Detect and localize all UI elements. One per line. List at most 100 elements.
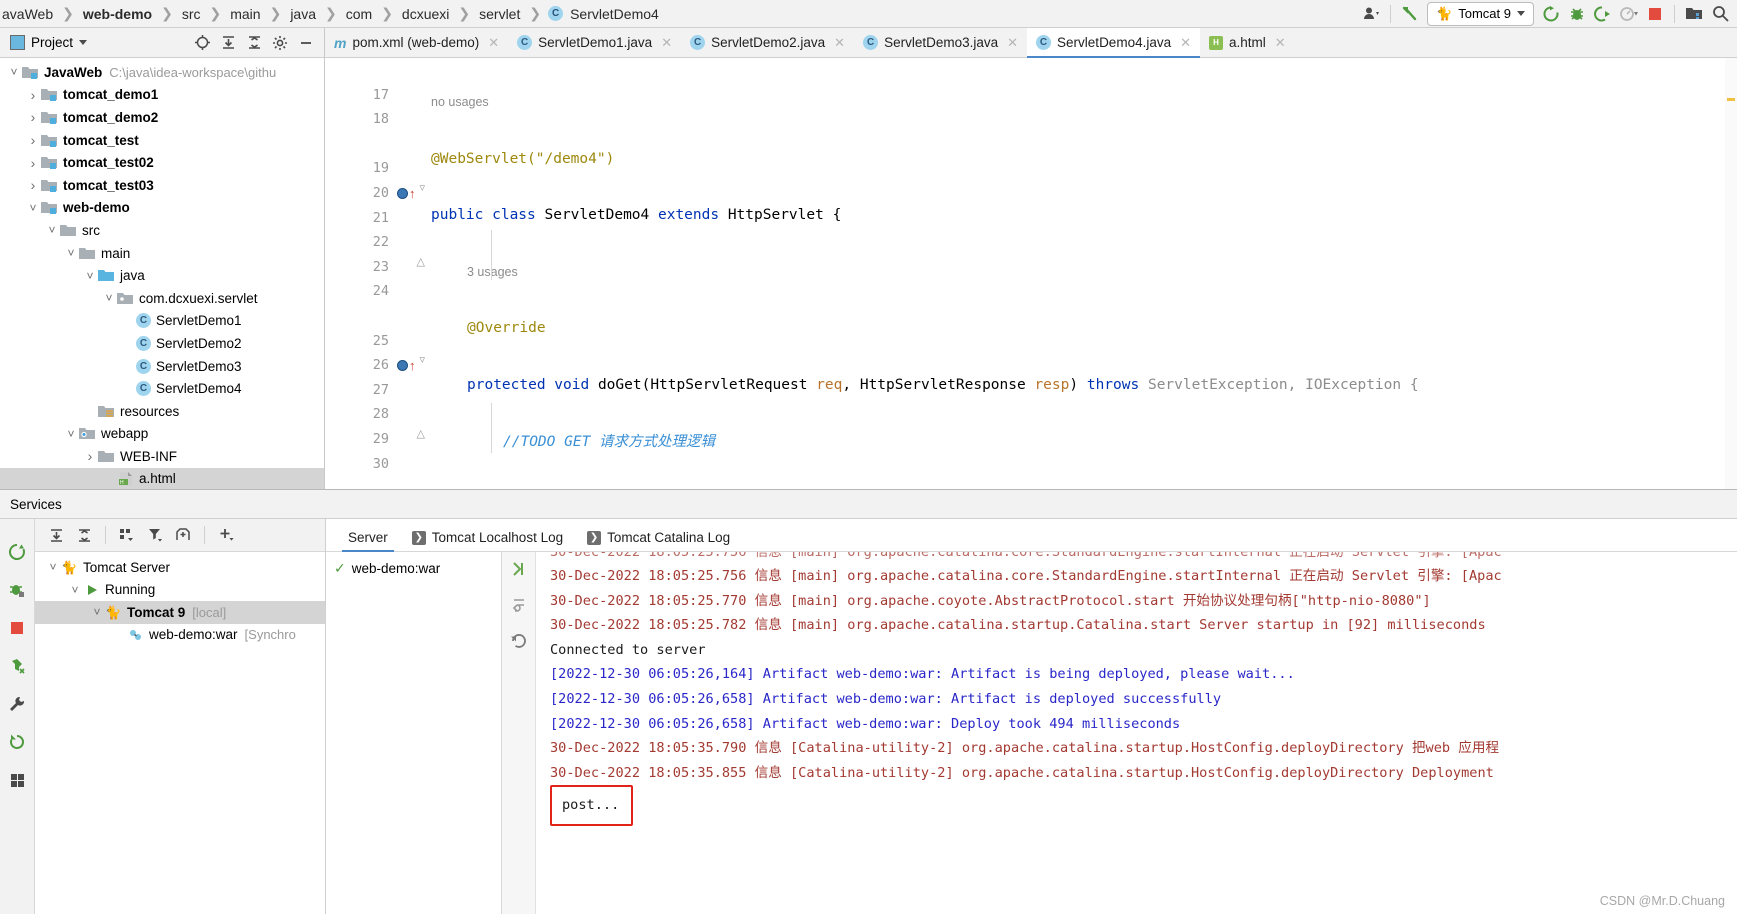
run-configuration-selector[interactable]: 🐈 Tomcat 9 [1427, 1, 1534, 26]
breadcrumb-item-1[interactable]: web-demo [81, 6, 154, 22]
project-tree-row[interactable]: C ServletDemo2 [0, 332, 324, 355]
search-icon[interactable] [1707, 2, 1733, 26]
debug-bug-icon[interactable] [1564, 2, 1590, 26]
project-tree-row[interactable]: › tomcat_test [0, 129, 324, 152]
add-icon[interactable] [213, 523, 239, 547]
editor-tab[interactable]: C ServletDemo4.java ✕ [1027, 28, 1201, 58]
deployment-row[interactable]: ✓ web-demo:war [326, 557, 501, 579]
chevron-right-icon[interactable]: › [25, 132, 41, 148]
project-tree-row[interactable]: ˅ java [0, 264, 324, 287]
breadcrumb-item-6[interactable]: dcxuexi [400, 6, 451, 22]
close-icon[interactable]: ✕ [1004, 35, 1018, 51]
chevron-down-icon[interactable]: ˅ [63, 427, 79, 441]
close-icon[interactable]: ✕ [485, 35, 499, 51]
wrench-icon[interactable] [5, 693, 29, 715]
breadcrumb-item-8[interactable]: ServletDemo4 [568, 6, 661, 22]
profiler-icon[interactable] [1616, 2, 1642, 26]
chevron-down-icon[interactable]: ˅ [67, 583, 83, 597]
close-icon[interactable]: ✕ [1272, 35, 1286, 51]
expand-all-icon[interactable] [43, 523, 69, 547]
breadcrumb-item-5[interactable]: com [344, 6, 374, 22]
editor-tab[interactable]: C ServletDemo1.java ✕ [508, 28, 681, 57]
project-tree-row[interactable]: ˅ com.dcxuexi.servlet [0, 287, 324, 310]
project-tree-row[interactable]: ˅ JavaWeb C:\java\idea-workspace\githu [0, 61, 324, 84]
gutter-markers[interactable]: ↑ ↑ ▿ △ ▿ △ [395, 58, 429, 489]
editor-tab[interactable]: Ha.html ✕ [1200, 28, 1295, 57]
collapse-all-icon[interactable] [242, 31, 266, 55]
rerun-icon[interactable] [507, 630, 531, 652]
console-side-rail[interactable] [502, 552, 536, 914]
chevron-right-icon[interactable]: › [25, 177, 41, 193]
add-tab-icon[interactable] [170, 523, 196, 547]
chevron-right-icon[interactable]: › [25, 109, 41, 125]
services-tree[interactable]: ˅ 🐈 Tomcat Server ˅ Running ˅ 🐈 Tomcat 9 [local]… [35, 552, 325, 914]
chevron-down-icon[interactable] [79, 40, 88, 45]
services-tree-row[interactable]: ˅ 🐈 Tomcat Server [35, 556, 325, 579]
services-tree-row[interactable]: web-demo:war [Synchro [35, 624, 325, 647]
project-tree-row[interactable]: resources [0, 400, 324, 423]
fold-icon[interactable]: ▿ [419, 181, 425, 194]
run-icon[interactable] [1538, 2, 1564, 26]
editor-scrollbar[interactable] [1725, 58, 1737, 489]
filter-icon[interactable] [142, 523, 168, 547]
project-tree-row[interactable]: ˅ src [0, 219, 324, 242]
editor-tab[interactable]: m pom.xml (web-demo) ✕ [325, 28, 508, 57]
fold-icon[interactable]: △ [417, 427, 425, 440]
hide-panel-icon[interactable] [294, 31, 318, 55]
rerun-icon[interactable] [5, 541, 29, 563]
expand-all-icon[interactable] [216, 31, 240, 55]
project-tree-row[interactable]: › tomcat_test02 [0, 151, 324, 174]
project-tree-row[interactable]: C ServletDemo4 [0, 377, 324, 400]
console-tab-strip[interactable]: Server ❯ Tomcat Localhost Log ❯ Tomcat Catal… [326, 519, 1737, 552]
services-tree-row[interactable]: ˅ Running [35, 579, 325, 602]
project-tree-row[interactable]: ˅ main [0, 242, 324, 265]
chevron-down-icon[interactable]: ˅ [45, 560, 61, 574]
editor-tab[interactable]: C ServletDemo2.java ✕ [681, 28, 854, 57]
project-structure-icon[interactable] [1681, 2, 1707, 26]
breadcrumb-item-0[interactable]: avaWeb [0, 6, 55, 22]
deployment-list[interactable]: ✓ web-demo:war [326, 552, 502, 914]
hammer-icon[interactable] [1397, 2, 1423, 26]
chevron-right-icon[interactable]: › [25, 87, 41, 103]
console-tab[interactable]: ❯ Tomcat Localhost Log [400, 530, 575, 551]
close-icon[interactable]: ✕ [1177, 35, 1191, 51]
services-toolbar[interactable] [35, 519, 325, 552]
soft-wrap-icon[interactable] [507, 594, 531, 616]
chevron-right-icon[interactable]: › [25, 155, 41, 171]
group-icon[interactable] [114, 523, 140, 547]
project-tree[interactable]: ˅ JavaWeb C:\java\idea-workspace\githu › tom… [0, 58, 324, 489]
locate-icon[interactable] [190, 31, 214, 55]
scroll-to-end-icon[interactable] [507, 558, 531, 580]
project-tree-row[interactable]: Ha.html [0, 467, 324, 489]
console-tab[interactable]: Server [336, 530, 400, 552]
chevron-down-icon[interactable]: ˅ [44, 223, 60, 237]
chevron-down-icon[interactable]: ˅ [89, 605, 105, 619]
breadcrumb-item-3[interactable]: main [228, 6, 262, 22]
services-side-rail[interactable] [0, 519, 35, 914]
chevron-down-icon[interactable]: ˅ [6, 65, 22, 79]
project-tree-row[interactable]: ˅ web-demo [0, 197, 324, 220]
refresh-icon[interactable] [5, 731, 29, 753]
project-tree-row[interactable]: › WEB-INF [0, 445, 324, 468]
editor-tab[interactable]: C ServletDemo3.java ✕ [854, 28, 1027, 57]
chevron-down-icon[interactable]: ˅ [82, 269, 98, 283]
layout-icon[interactable] [5, 769, 29, 791]
editor-tab-strip[interactable]: m pom.xml (web-demo) ✕ C ServletDemo1.java ✕ C… [325, 28, 1737, 58]
project-tree-row[interactable]: ˅ webapp [0, 423, 324, 446]
stop-icon[interactable] [1642, 2, 1668, 26]
filter-icon[interactable] [5, 655, 29, 677]
project-tree-row[interactable]: C ServletDemo1 [0, 310, 324, 333]
chevron-down-icon[interactable]: ˅ [101, 291, 117, 305]
settings-gear-icon[interactable] [268, 31, 292, 55]
code-editor[interactable]: 17 18 19 20 21 22 23 24 25 26 27 28 29 3… [325, 58, 1737, 489]
chevron-down-icon[interactable]: ˅ [25, 201, 41, 215]
project-tree-row[interactable]: › tomcat_demo2 [0, 106, 324, 129]
run-coverage-icon[interactable] [1590, 2, 1616, 26]
collapse-all-icon[interactable] [71, 523, 97, 547]
close-icon[interactable]: ✕ [831, 35, 845, 51]
project-tree-row[interactable]: C ServletDemo3 [0, 355, 324, 378]
close-icon[interactable]: ✕ [658, 35, 672, 51]
services-tree-row[interactable]: ˅ 🐈 Tomcat 9 [local] [35, 601, 325, 624]
console-output[interactable]: 30-Dec-2022 18:05:25.756 信息 [main] org.a… [536, 552, 1737, 914]
chevron-right-icon[interactable]: › [82, 448, 98, 464]
